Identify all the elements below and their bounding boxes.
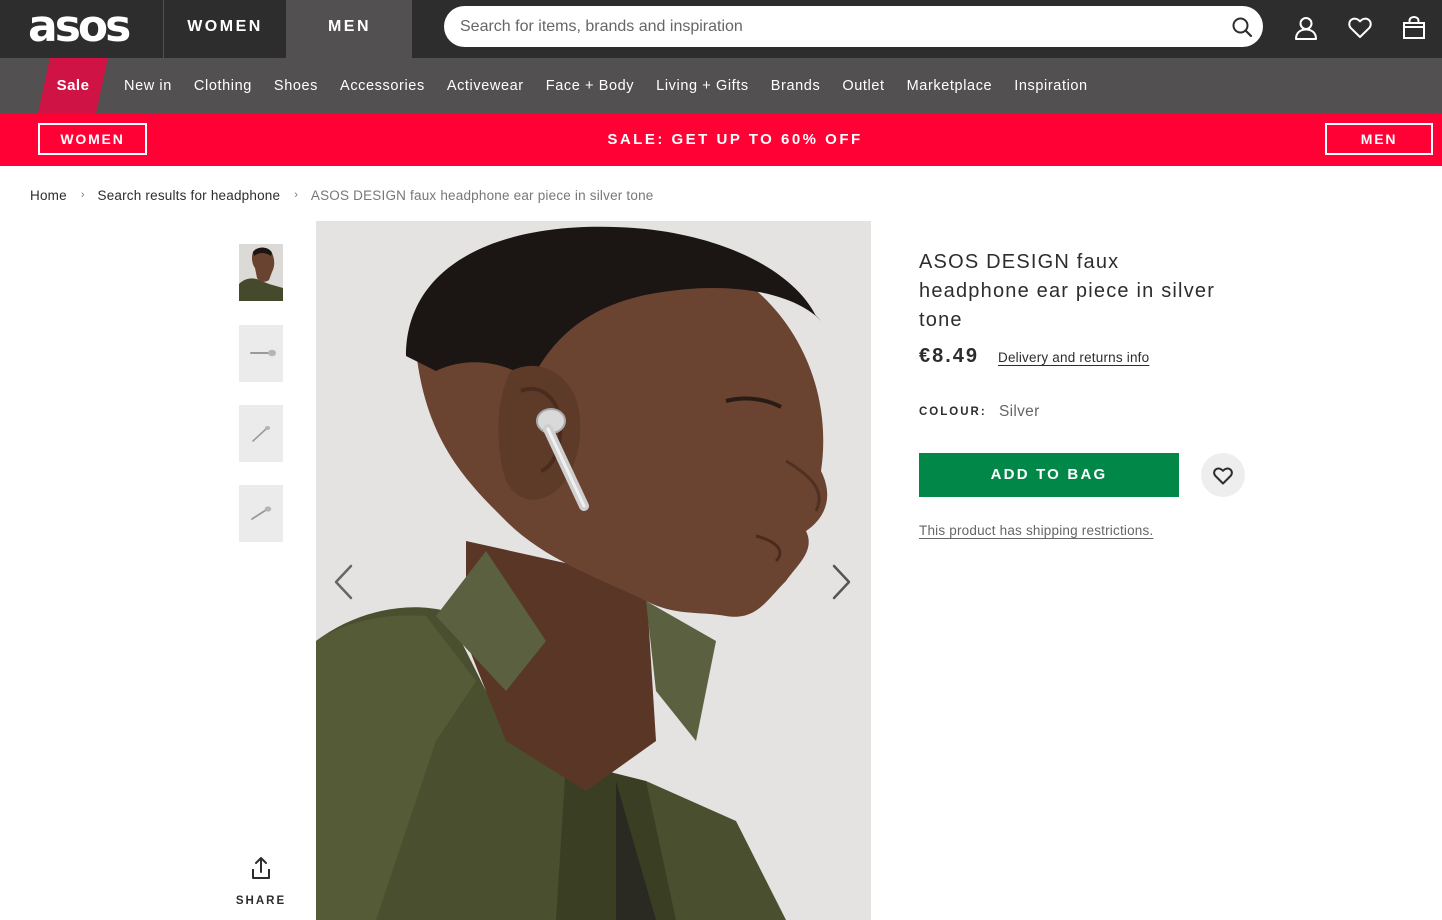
nav-item-marketplace[interactable]: Marketplace: [896, 58, 1004, 113]
nav-item-activewear[interactable]: Activewear: [436, 58, 535, 113]
colour-value: Silver: [999, 403, 1040, 420]
earpiece-angle-thumbnail: [239, 405, 283, 462]
nav-item-shoes[interactable]: Shoes: [263, 58, 329, 113]
main-product-image[interactable]: [316, 221, 871, 920]
bag-icon[interactable]: [1401, 15, 1427, 41]
nav-item-new-in[interactable]: New in: [113, 58, 183, 113]
nav-item-outlet[interactable]: Outlet: [831, 58, 895, 113]
breadcrumb-current: ASOS DESIGN faux headphone ear piece in …: [310, 187, 654, 203]
thumbnail-2[interactable]: [239, 325, 283, 382]
search-input[interactable]: [460, 6, 1220, 47]
shipping-restrictions-link[interactable]: This product has shipping restrictions.: [919, 523, 1153, 538]
earpiece-side-thumbnail: [239, 485, 283, 542]
save-for-later-button[interactable]: [1201, 453, 1245, 497]
colour-label: COLOUR:: [919, 406, 987, 418]
category-nav: Sale New in Clothing Shoes Accessories A…: [0, 58, 1442, 113]
delivery-returns-link[interactable]: Delivery and returns info: [998, 350, 1149, 365]
banner-sale-text: SALE: GET UP TO 60% OFF: [607, 131, 863, 148]
product-price: €8.49: [919, 345, 980, 367]
share-label: SHARE: [235, 895, 287, 907]
nav-item-brands[interactable]: Brands: [760, 58, 832, 113]
nav-item-clothing[interactable]: Clothing: [183, 58, 263, 113]
breadcrumb-search-results[interactable]: Search results for headphone: [97, 188, 280, 203]
thumbnail-1[interactable]: [239, 244, 283, 301]
product-title: ASOS DESIGN faux headphone ear piece in …: [919, 251, 1216, 331]
asos-logo[interactable]: asos: [28, 3, 131, 51]
thumbnail-4[interactable]: [239, 485, 283, 542]
banner-women-button[interactable]: WOMEN: [38, 123, 147, 155]
previous-image-arrow-icon[interactable]: [331, 562, 357, 602]
nav-item-inspiration[interactable]: Inspiration: [1003, 58, 1099, 113]
tab-women[interactable]: WOMEN: [163, 0, 286, 58]
model-photo: [316, 221, 871, 920]
top-header: asos WOMEN MEN: [0, 0, 1442, 58]
share-button[interactable]: SHARE: [230, 856, 292, 907]
heart-icon: [1213, 467, 1233, 485]
tab-men[interactable]: MEN: [286, 0, 412, 58]
account-icon[interactable]: [1293, 15, 1319, 41]
thumbnail-3[interactable]: [239, 405, 283, 462]
nav-item-sale[interactable]: Sale: [38, 58, 108, 113]
search-icon[interactable]: [1231, 16, 1253, 38]
breadcrumb: Home › Search results for headphone › AS…: [30, 186, 654, 204]
saved-items-heart-icon[interactable]: [1347, 15, 1373, 41]
breadcrumb-home[interactable]: Home: [30, 188, 67, 203]
next-image-arrow-icon[interactable]: [828, 562, 854, 602]
breadcrumb-separator: ›: [80, 189, 85, 201]
share-icon: [252, 857, 270, 879]
nav-item-accessories[interactable]: Accessories: [329, 58, 436, 113]
add-to-bag-button[interactable]: ADD TO BAG: [919, 453, 1179, 497]
model-photo-thumbnail: [239, 244, 283, 301]
sale-banner[interactable]: WOMEN SALE: GET UP TO 60% OFF MEN: [0, 113, 1442, 166]
breadcrumb-separator: ›: [294, 189, 298, 201]
banner-men-button[interactable]: MEN: [1325, 123, 1433, 155]
search-bar: [444, 6, 1263, 47]
earpiece-thumbnail: [239, 325, 283, 382]
nav-item-living-gifts[interactable]: Living + Gifts: [645, 58, 760, 113]
nav-item-face-body[interactable]: Face + Body: [535, 58, 645, 113]
